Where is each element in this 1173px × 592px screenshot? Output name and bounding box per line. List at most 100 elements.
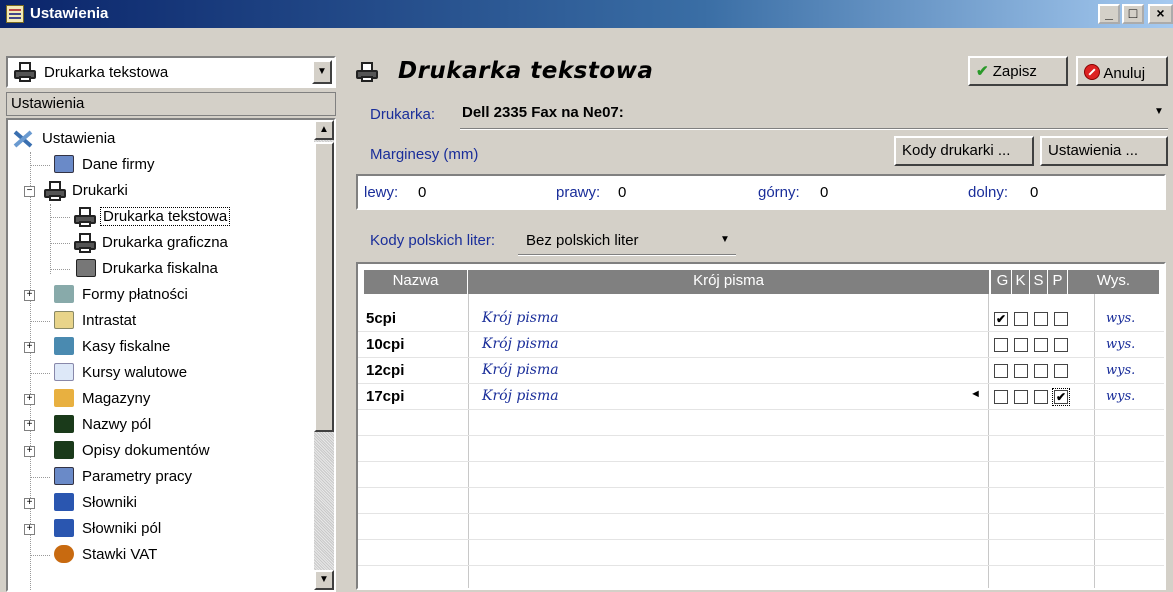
expand-icon[interactable]: +: [24, 420, 35, 431]
checkbox-g[interactable]: [994, 390, 1008, 404]
checkbox-s[interactable]: [1034, 312, 1048, 326]
row-wys[interactable]: wys.: [1106, 311, 1135, 326]
printer-settings-button[interactable]: Ustawienia ...: [1040, 136, 1168, 166]
tree-item-drukarki[interactable]: − Drukarki: [8, 178, 308, 204]
checkbox-s[interactable]: [1034, 364, 1048, 378]
row-font[interactable]: Krój pisma: [482, 336, 559, 352]
checkbox-k[interactable]: [1014, 338, 1028, 352]
checkbox-s[interactable]: [1034, 338, 1048, 352]
checkbox-k[interactable]: [1014, 312, 1028, 326]
tree-item-kasy-fiskalne[interactable]: + Kasy fiskalne: [8, 334, 308, 360]
col-header-p[interactable]: P: [1048, 270, 1068, 294]
tree-item-intrastat[interactable]: Intrastat: [8, 308, 308, 334]
tools-icon: [12, 129, 33, 148]
tree-item-label: Intrastat: [82, 312, 137, 329]
checkbox-k[interactable]: [1014, 390, 1028, 404]
minimize-button[interactable]: _: [1098, 4, 1120, 24]
row-name: 17cpi: [366, 388, 405, 405]
tree-item-label: Formy płatności: [82, 286, 188, 303]
combo-dropdown-arrow[interactable]: ▼: [312, 60, 332, 84]
scroll-left-icon[interactable]: ◄: [970, 388, 981, 400]
row-font[interactable]: Krój pisma: [482, 362, 559, 378]
checkbox-p[interactable]: ✔: [1052, 388, 1070, 406]
table-row[interactable]: 17cpi Krój pisma ◄ ✔ wys.: [358, 384, 1164, 410]
scroll-thumb[interactable]: [314, 142, 334, 432]
tree-item-magazyny[interactable]: + Magazyny: [8, 386, 308, 412]
col-header-name[interactable]: Nazwa: [364, 270, 468, 294]
maximize-button[interactable]: □: [1122, 4, 1144, 24]
tree-item-ustawienia[interactable]: Ustawienia: [8, 126, 308, 152]
expand-icon[interactable]: +: [24, 290, 35, 301]
checkbox-p[interactable]: [1054, 364, 1068, 378]
checkbox-p[interactable]: [1054, 312, 1068, 326]
tree-item-opisy-dokumentow[interactable]: + Opisy dokumentów: [8, 438, 308, 464]
row-wys[interactable]: wys.: [1106, 363, 1135, 378]
checkbox-p[interactable]: [1054, 338, 1068, 352]
col-header-wys[interactable]: Wys.: [1068, 270, 1160, 294]
expand-icon[interactable]: +: [24, 342, 35, 353]
checkbox-s[interactable]: [1034, 390, 1048, 404]
table-row[interactable]: 5cpi Krój pisma ✔ wys.: [358, 306, 1164, 332]
tree-item-slowniki[interactable]: + Słowniki: [8, 490, 308, 516]
row-wys[interactable]: wys.: [1106, 337, 1135, 352]
expand-icon[interactable]: +: [24, 498, 35, 509]
tree-item-drukarka-tekstowa[interactable]: Drukarka tekstowa: [8, 204, 308, 230]
tree-item-drukarka-fiskalna[interactable]: Drukarka fiskalna: [8, 256, 308, 282]
tree-item-dane-firmy[interactable]: Dane firmy: [8, 152, 308, 178]
warehouse-icon: [54, 389, 74, 407]
save-button[interactable]: ✔ Zapisz: [968, 56, 1068, 86]
collapse-icon[interactable]: −: [24, 186, 35, 197]
col-header-s[interactable]: S: [1030, 270, 1048, 294]
tree-item-label: Dane firmy: [82, 156, 155, 173]
row-font[interactable]: Krój pisma: [482, 310, 559, 326]
title-bar: Ustawienia _ □ ×: [0, 0, 1173, 28]
tree-scrollbar[interactable]: ▲ ▼: [314, 120, 334, 590]
settings-combo[interactable]: Drukarka tekstowa ▼: [6, 56, 336, 88]
empty-row: [358, 462, 1164, 488]
tree-item-parametry-pracy[interactable]: Parametry pracy: [8, 464, 308, 490]
margin-bottom-value[interactable]: 0: [1030, 184, 1038, 201]
expand-icon[interactable]: +: [24, 394, 35, 405]
document-descriptions-icon: [54, 441, 74, 459]
cancel-icon: [1084, 64, 1100, 80]
table-row[interactable]: 12cpi Krój pisma wys.: [358, 358, 1164, 384]
close-button[interactable]: ×: [1148, 4, 1173, 24]
expand-icon[interactable]: +: [24, 446, 35, 457]
row-name: 12cpi: [366, 362, 405, 379]
checkbox-g[interactable]: [994, 364, 1008, 378]
checkbox-g[interactable]: ✔: [994, 312, 1008, 326]
checkbox-k[interactable]: [1014, 364, 1028, 378]
row-wys[interactable]: wys.: [1106, 389, 1135, 404]
tree-item-kursy-walutowe[interactable]: Kursy walutowe: [8, 360, 308, 386]
row-font[interactable]: Krój pisma: [482, 388, 559, 404]
expand-icon[interactable]: +: [24, 524, 35, 535]
cancel-button[interactable]: Anuluj: [1076, 56, 1168, 86]
margin-right-value[interactable]: 0: [618, 184, 626, 201]
printer-value[interactable]: Dell 2335 Fax na Ne07:: [462, 104, 624, 121]
polish-codes-value[interactable]: Bez polskich liter: [526, 232, 639, 249]
printer-codes-button[interactable]: Kody drukarki ...: [894, 136, 1034, 166]
margin-top-value[interactable]: 0: [820, 184, 828, 201]
margin-left-value[interactable]: 0: [418, 184, 426, 201]
tree-item-formy-platnosci[interactable]: + Formy płatności: [8, 282, 308, 308]
tree-item-drukarka-graficzna[interactable]: Drukarka graficzna: [8, 230, 308, 256]
col-header-g[interactable]: G: [994, 270, 1012, 294]
app-icon: [6, 5, 24, 23]
printer-dropdown-arrow[interactable]: ▼: [1150, 102, 1168, 126]
scroll-up-icon[interactable]: ▲: [314, 120, 334, 140]
table-row[interactable]: 10cpi Krój pisma wys.: [358, 332, 1164, 358]
page-title: Drukarka tekstowa: [398, 58, 654, 84]
scroll-down-icon[interactable]: ▼: [314, 570, 334, 590]
col-header-k[interactable]: K: [1012, 270, 1030, 294]
field-names-icon: [54, 415, 74, 433]
tree-item-label: Magazyny: [82, 390, 151, 407]
col-header-font[interactable]: Krój pisma: [468, 270, 990, 294]
tree-item-stawki-vat[interactable]: Stawki VAT: [8, 542, 308, 568]
tree-item-slowniki-pol[interactable]: + Słowniki pól: [8, 516, 308, 542]
empty-row: [358, 488, 1164, 514]
tree-item-nazwy-pol[interactable]: + Nazwy pól: [8, 412, 308, 438]
tree-item-label: Parametry pracy: [82, 468, 193, 485]
polish-codes-dropdown-arrow[interactable]: ▼: [716, 230, 734, 252]
checkbox-g[interactable]: [994, 338, 1008, 352]
printer-icon: [356, 62, 378, 82]
